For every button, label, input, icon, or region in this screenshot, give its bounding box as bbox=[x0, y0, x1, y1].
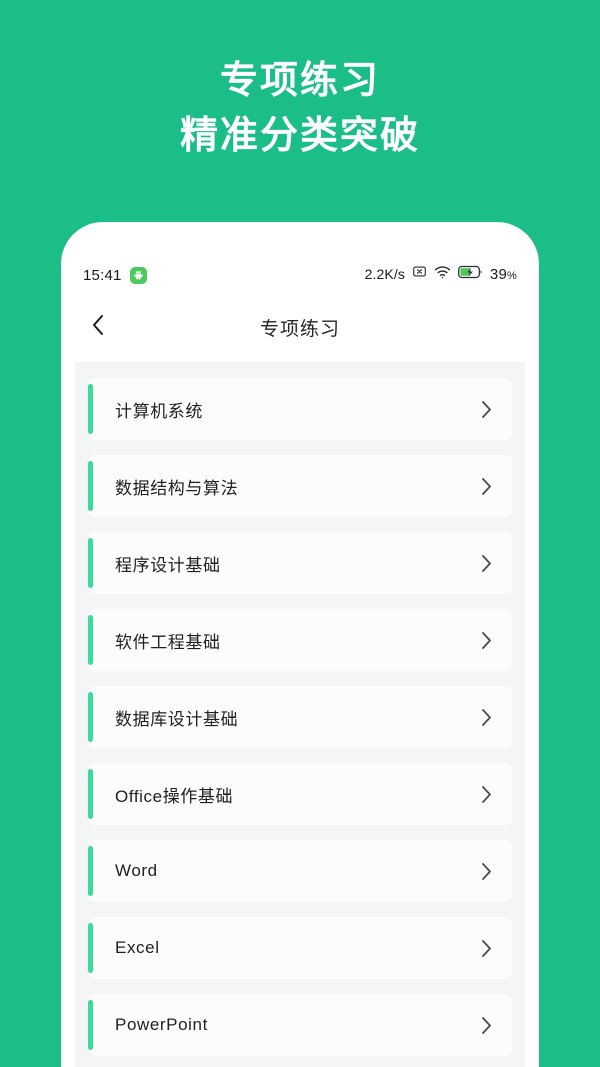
battery-percent: 39% bbox=[490, 266, 517, 283]
chevron-right-icon bbox=[481, 708, 492, 727]
status-bar-right: 2.2K/s 39% bbox=[365, 264, 517, 284]
chevron-right-icon bbox=[481, 477, 492, 496]
list-item-label: 数据结构与算法 bbox=[115, 478, 239, 498]
list-item-label: Excel bbox=[115, 938, 160, 957]
list-item[interactable]: 软件工程基础 bbox=[88, 609, 512, 671]
accent-bar bbox=[88, 846, 93, 896]
nav-bar: 专项练习 bbox=[61, 292, 539, 362]
chevron-left-icon bbox=[91, 314, 105, 341]
list-item[interactable]: 程序设计基础 bbox=[88, 532, 512, 594]
phone-mockup: 15:41 2.2K/s 39% 专项练习 计算机系统 数据结构与算法 程序设计… bbox=[61, 222, 539, 1067]
promo-banner: 专项练习 精准分类突破 bbox=[0, 0, 600, 218]
chevron-right-icon bbox=[481, 400, 492, 419]
list-item-label: 软件工程基础 bbox=[115, 632, 221, 652]
accent-bar bbox=[88, 615, 93, 665]
accent-bar bbox=[88, 1000, 93, 1050]
status-bar: 15:41 2.2K/s 39% bbox=[61, 222, 539, 292]
accent-bar bbox=[88, 923, 93, 973]
accent-bar bbox=[88, 384, 93, 434]
list-item[interactable]: PowerPoint bbox=[88, 994, 512, 1056]
list-item[interactable]: 数据结构与算法 bbox=[88, 455, 512, 517]
accent-bar bbox=[88, 692, 93, 742]
chevron-right-icon bbox=[481, 785, 492, 804]
battery-percent-unit: % bbox=[507, 269, 517, 282]
wifi-icon bbox=[434, 265, 451, 284]
list-item[interactable]: Excel bbox=[88, 917, 512, 979]
category-list: 计算机系统 数据结构与算法 程序设计基础 软件工程基础 数据库设计基础 Offi… bbox=[75, 362, 525, 1067]
signal-x-icon bbox=[412, 264, 427, 284]
chevron-right-icon bbox=[481, 939, 492, 958]
promo-headline-line-2: 精准分类突破 bbox=[179, 115, 420, 157]
accent-bar bbox=[88, 538, 93, 588]
back-button[interactable] bbox=[83, 312, 113, 342]
chevron-right-icon bbox=[481, 554, 492, 573]
accent-bar bbox=[88, 461, 93, 511]
list-item-label: 程序设计基础 bbox=[115, 555, 221, 575]
chevron-right-icon bbox=[481, 1016, 492, 1035]
list-item-label: PowerPoint bbox=[115, 1015, 208, 1034]
list-item[interactable]: Word bbox=[88, 840, 512, 902]
android-app-icon bbox=[129, 267, 147, 284]
list-item[interactable]: 数据库设计基础 bbox=[88, 686, 512, 748]
page-title: 专项练习 bbox=[259, 318, 340, 340]
status-time: 15:41 bbox=[83, 267, 122, 284]
status-bar-left: 15:41 bbox=[83, 267, 147, 284]
list-item-label: Office操作基础 bbox=[115, 786, 234, 806]
list-item[interactable]: Office操作基础 bbox=[88, 763, 512, 825]
list-item-label: 数据库设计基础 bbox=[115, 709, 239, 729]
list-item[interactable]: 计算机系统 bbox=[88, 378, 512, 440]
accent-bar bbox=[88, 769, 93, 819]
network-speed-text: 2.2K/s bbox=[364, 266, 405, 282]
battery-percent-value: 39 bbox=[489, 265, 508, 283]
list-item-label: Word bbox=[115, 861, 158, 880]
promo-headline-line-1: 专项练习 bbox=[219, 60, 380, 103]
chevron-right-icon bbox=[481, 631, 492, 650]
chevron-right-icon bbox=[481, 862, 492, 881]
battery-charging-icon bbox=[458, 265, 483, 284]
list-item-label: 计算机系统 bbox=[115, 401, 203, 421]
